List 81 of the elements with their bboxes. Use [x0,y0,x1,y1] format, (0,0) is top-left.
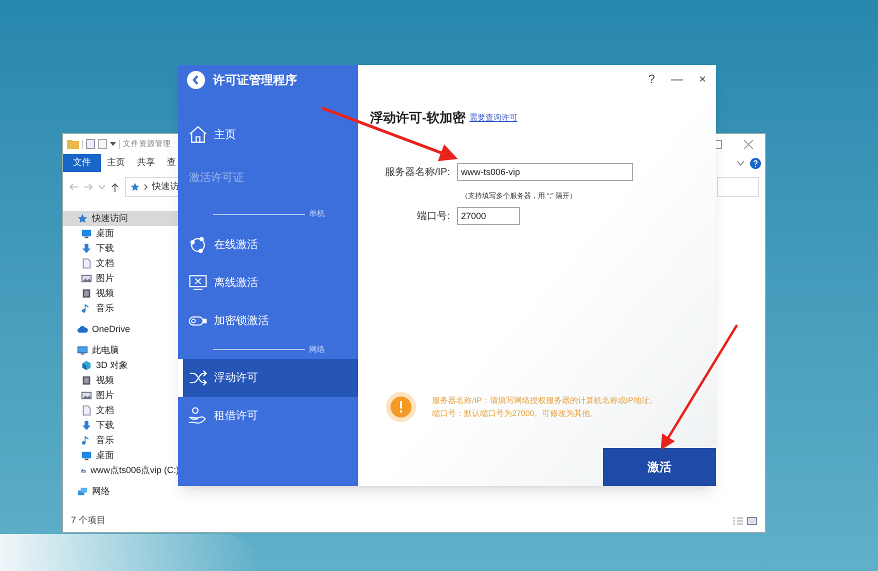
nav-item[interactable]: 离线激活 [178,264,358,302]
up-arrow-icon[interactable] [111,182,119,192]
chevron-icon[interactable] [737,160,744,166]
nav-item[interactable]: 浮动许可 [178,359,358,397]
forward-arrow-icon[interactable] [84,183,93,191]
group-label: 网络 [309,344,325,356]
notice-text: 端口号：默认端口号为27000。可修改为其他。 [432,408,600,420]
tree-item[interactable]: 网络 [63,484,179,499]
tree-item[interactable]: 文档 [63,403,179,418]
page-heading: 浮动许可-软加密 [370,109,466,128]
warning-icon [386,392,416,422]
online-icon [188,235,208,255]
floating-icon [188,368,208,388]
app-title: 许可证管理程序 [213,72,297,89]
ribbon-tab[interactable]: 文件 [63,154,101,172]
tree-item[interactable]: 下载 [63,241,179,256]
tree-item[interactable]: 此电脑 [63,343,179,358]
field-label: 服务器名称/IP: [384,166,450,180]
cube-icon [81,360,92,371]
pc-icon [77,345,88,356]
status-text: 7 个项目 [71,514,106,528]
tree-item[interactable]: OneDrive [63,322,179,337]
video-icon [81,375,92,386]
tree-item[interactable]: 3D 对象 [63,358,179,373]
help-button[interactable]: ? [647,70,656,88]
section-heading: 激活许可证 [189,170,244,186]
details-view-icon[interactable] [733,517,743,525]
notice-text: 服务器名称/IP：请填写网络授权服务器的计算机名称或IP地址。 [432,395,658,407]
checkbox-icon[interactable] [86,139,95,149]
text-field[interactable]: 27000 [457,207,520,225]
group-label: 单机 [309,208,325,220]
tree-item[interactable]: 音乐 [63,433,179,448]
desktop-icon [81,228,92,239]
tree-item[interactable]: 文档 [63,256,179,271]
tree-item[interactable]: 视频 [63,373,179,388]
nav-item[interactable]: 租借许可 [178,397,358,435]
desktop-icon [81,450,92,461]
chevron-icon[interactable] [99,185,105,189]
minimize-button[interactable]: — [670,70,684,88]
tree-item[interactable]: 音乐 [63,301,179,316]
tree-item[interactable]: 桌面 [63,226,179,241]
field-label: 端口号: [416,210,450,224]
tree-item[interactable]: 快速访问 [63,211,179,226]
ribbon-tab[interactable]: 主页 [101,154,131,172]
tree-item[interactable]: 图片 [63,388,179,403]
back-arrow-icon[interactable] [69,183,78,191]
borrow-icon [188,406,208,426]
text-field[interactable]: www-ts006-vip [457,163,633,181]
query-license-link[interactable]: 需要查询许可 [469,112,518,124]
nav-item[interactable]: 加密锁激活 [178,302,358,340]
close-button[interactable]: × [698,70,707,88]
close-icon[interactable] [744,140,753,148]
star-icon [77,213,88,224]
picture-icon [81,273,92,284]
cloud-icon [77,324,88,335]
nav-item[interactable]: 在线激活 [178,226,358,264]
ribbon-tab[interactable]: 查 [161,154,182,172]
video-icon [81,288,92,299]
caret-icon[interactable] [110,142,116,146]
picture-icon [81,390,92,401]
activate-button[interactable]: 激活 [603,448,716,486]
thumbnail-view-icon[interactable] [747,517,757,525]
help-icon[interactable] [750,158,761,168]
download-icon [81,420,92,431]
document-icon [81,258,92,269]
back-icon[interactable] [187,71,205,89]
nav-item[interactable]: 主页 [178,116,358,154]
chevron-icon [144,184,148,190]
document-icon [81,405,92,416]
network-icon [77,486,88,497]
tree-item[interactable]: 下载 [63,418,179,433]
home-icon [188,125,208,145]
tree-item[interactable]: 视频 [63,286,179,301]
search-field[interactable] [717,177,759,197]
tree-item[interactable]: 图片 [63,271,179,286]
tree-item[interactable]: 桌面 [63,448,179,463]
download-icon [81,243,92,254]
offline-icon [188,273,208,293]
star-icon [130,182,140,192]
folder-icon [67,139,79,149]
ribbon-tab[interactable]: 共享 [131,154,161,172]
